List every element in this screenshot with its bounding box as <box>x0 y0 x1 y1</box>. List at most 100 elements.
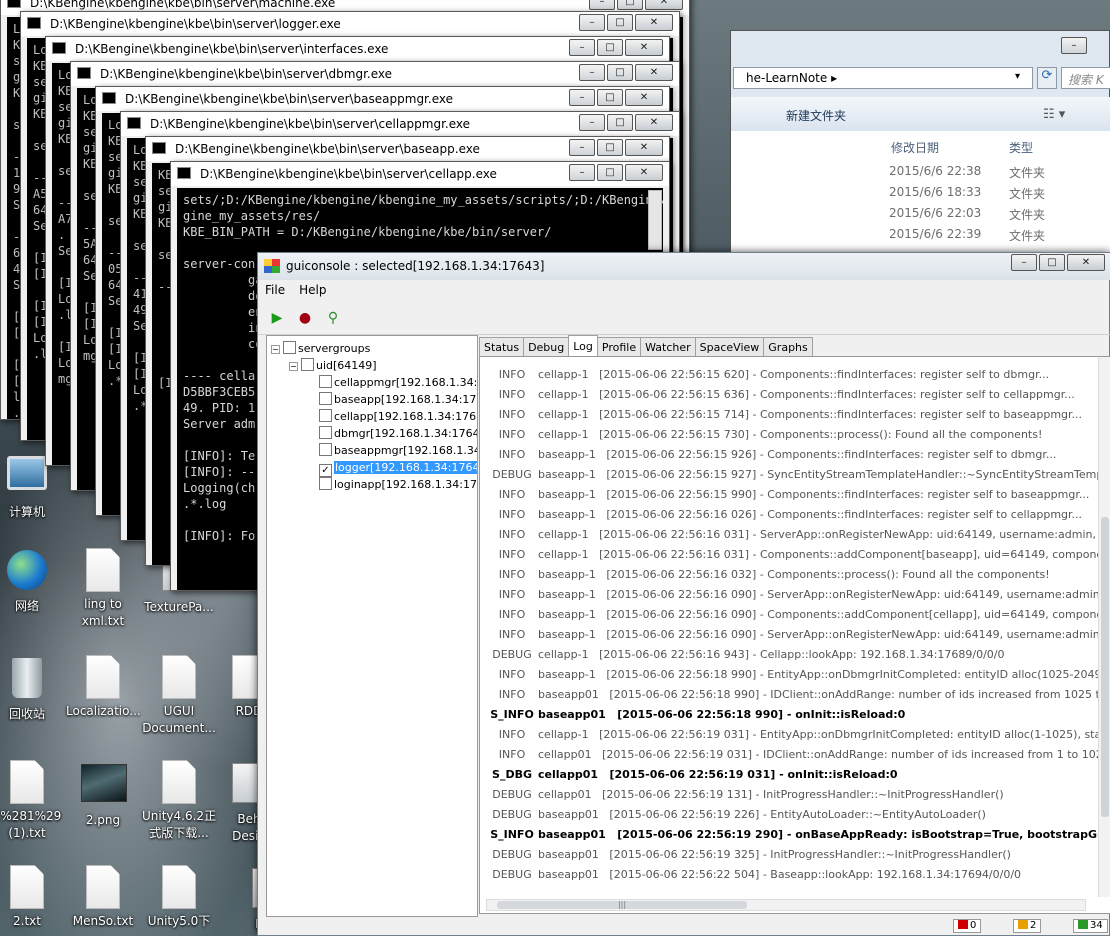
tree-item-checkbox[interactable] <box>319 392 332 405</box>
view-options-icon[interactable]: ☷ ▾ <box>1043 107 1065 122</box>
log-row[interactable]: DEBUG baseapp01 [2015-06-06 22:56:19 226]… <box>486 805 1098 825</box>
menu-file[interactable]: File <box>258 280 292 301</box>
desktop-icon[interactable]: Unity4.6.2正 式版下载... <box>142 760 216 842</box>
tree-item[interactable]: baseappmgr[192.168.1.34:1 <box>319 442 477 459</box>
minimize-button[interactable]: – <box>579 14 605 31</box>
log-row[interactable]: INFO baseapp-1 [2015-06-06 22:56:15 926] … <box>486 445 1098 465</box>
tree-item-checkbox[interactable] <box>319 443 332 456</box>
log-row[interactable]: INFO cellapp-1 [2015-06-06 22:56:15 714] … <box>486 405 1098 425</box>
maximize-button[interactable]: □ <box>617 0 643 10</box>
desktop-icon[interactable]: 2.txt <box>0 865 64 930</box>
close-button[interactable]: ✕ <box>625 39 663 56</box>
log-row[interactable]: DEBUG cellapp-1 [2015-06-06 22:56:16 943]… <box>486 645 1098 665</box>
explorer-address-bar[interactable]: he-LearnNote ▸ <box>733 67 1033 89</box>
log-row[interactable]: DEBUG baseapp01 [2015-06-06 22:56:22 504]… <box>486 865 1098 885</box>
log-row[interactable]: DEBUG baseapp-1 [2015-06-06 22:56:15 927]… <box>486 465 1098 485</box>
desktop-icon[interactable]: 1%281%29 (1).txt <box>0 760 64 842</box>
log-row[interactable]: INFO baseapp-1 [2015-06-06 22:56:16 090] … <box>486 605 1098 625</box>
log-row[interactable]: DEBUG baseapp01 [2015-06-06 22:56:19 325]… <box>486 845 1098 865</box>
close-button[interactable]: ✕ <box>645 0 683 10</box>
play-icon[interactable]: ▶ <box>266 307 288 329</box>
minimize-button[interactable]: – <box>569 89 595 106</box>
minimize-button[interactable]: – <box>579 114 605 131</box>
desktop-icon[interactable]: ling to xml.txt <box>66 548 140 630</box>
collapse-icon[interactable]: − <box>289 362 298 371</box>
guiconsole-window[interactable]: guiconsole : selected[192.168.1.34:17643… <box>257 252 1110 936</box>
explorer-minimize-button[interactable]: – <box>1061 37 1087 54</box>
desktop-icon[interactable]: Localizatio... <box>66 655 141 720</box>
tree-item-checkbox[interactable] <box>319 409 332 422</box>
log-row[interactable]: S_INFO baseapp01 [2015-06-06 22:56:19 290… <box>486 825 1098 845</box>
info-count-badge[interactable]: 34 <box>1073 919 1108 933</box>
log-row[interactable]: INFO cellapp-1 [2015-06-06 22:56:16 031] … <box>486 525 1098 545</box>
file-row[interactable]: 2015/6/6 22:03 文件夹 <box>731 203 1110 224</box>
explorer-search-input[interactable]: 搜索 K <box>1061 67 1110 89</box>
minimize-button[interactable]: – <box>579 64 605 81</box>
log-row[interactable]: INFO cellapp-1 [2015-06-06 22:56:15 620] … <box>486 365 1098 385</box>
tree-item[interactable]: cellappmgr[192.168.1.34:17 <box>319 374 477 391</box>
minimize-button[interactable]: – <box>569 139 595 156</box>
collapse-icon[interactable]: − <box>271 345 280 354</box>
log-row[interactable]: INFO cellapp01 [2015-06-06 22:56:19 031] … <box>486 745 1098 765</box>
log-row[interactable]: INFO cellapp-1 [2015-06-06 22:56:15 730] … <box>486 425 1098 445</box>
scroll-thumb[interactable] <box>1101 517 1109 817</box>
log-row[interactable]: S_INFO baseapp01 [2015-06-06 22:56:18 990… <box>486 705 1098 725</box>
minimize-button[interactable]: – <box>589 0 615 10</box>
minimize-button[interactable]: – <box>1011 254 1037 271</box>
log-row[interactable]: S_DBG cellapp01 [2015-06-06 22:56:19 031]… <box>486 765 1098 785</box>
desktop-icon[interactable]: 2.png <box>66 760 140 829</box>
tab-spaceview[interactable]: SpaceView <box>694 337 765 356</box>
log-row[interactable]: INFO baseapp01 [2015-06-06 22:56:18 990] … <box>486 685 1098 705</box>
tree-item-checkbox[interactable] <box>319 375 332 388</box>
maximize-button[interactable]: □ <box>607 114 633 131</box>
horizontal-scrollbar[interactable]: ||| <box>486 899 1086 911</box>
column-header-date[interactable]: 修改日期 <box>891 139 939 156</box>
maximize-button[interactable]: □ <box>597 89 623 106</box>
desktop-icon[interactable]: UGUI Document... <box>142 655 216 737</box>
log-row[interactable]: INFO cellapp-1 [2015-06-06 22:56:19 031] … <box>486 725 1098 745</box>
file-row[interactable]: 2015/6/6 18:33 文件夹 <box>731 182 1110 203</box>
log-row[interactable]: INFO baseapp-1 [2015-06-06 22:56:16 032] … <box>486 565 1098 585</box>
close-button[interactable]: ✕ <box>625 139 663 156</box>
error-count-badge[interactable]: 0 <box>953 919 982 933</box>
tab-log[interactable]: Log <box>568 335 598 356</box>
tab-profile[interactable]: Profile <box>596 337 642 356</box>
close-button[interactable]: ✕ <box>1067 254 1105 271</box>
scroll-thumb[interactable]: ||| <box>497 901 747 909</box>
log-row[interactable]: INFO baseapp-1 [2015-06-06 22:56:15 990] … <box>486 485 1098 505</box>
tab-status[interactable]: Status <box>479 337 525 356</box>
log-row[interactable]: INFO cellapp-1 [2015-06-06 22:56:16 031] … <box>486 545 1098 565</box>
minimize-button[interactable]: – <box>569 164 595 181</box>
desktop-icon[interactable]: 网络 <box>0 548 64 615</box>
close-button[interactable]: ✕ <box>625 89 663 106</box>
tree-item-checkbox[interactable] <box>319 426 332 439</box>
tab-watcher[interactable]: Watcher <box>640 337 696 356</box>
tab-graphs[interactable]: Graphs <box>763 337 813 356</box>
menu-help[interactable]: Help <box>292 280 333 301</box>
log-row[interactable]: INFO baseapp-1 [2015-06-06 22:56:18 990] … <box>486 665 1098 685</box>
desktop-icon[interactable]: Unity5.0下 <box>142 865 216 930</box>
warning-count-badge[interactable]: 2 <box>1013 919 1042 933</box>
close-button[interactable]: ✕ <box>635 64 673 81</box>
column-header-type[interactable]: 类型 <box>1009 139 1033 156</box>
maximize-button[interactable]: □ <box>597 39 623 56</box>
log-row[interactable]: DEBUG cellapp01 [2015-06-06 22:56:19 131]… <box>486 785 1098 805</box>
log-row[interactable]: INFO cellapp-1 [2015-06-06 22:56:15 636] … <box>486 385 1098 405</box>
refresh-icon[interactable]: ⟳ <box>1037 67 1057 89</box>
file-explorer-window[interactable]: – he-LearnNote ▸ ▾ ⟳ 搜索 K 新建文件夹 ☷ ▾ 修改日期… <box>730 30 1110 261</box>
address-dropdown-icon[interactable]: ▾ <box>1015 71 1020 82</box>
close-button[interactable]: ✕ <box>625 164 663 181</box>
tree-item[interactable]: dbmgr[192.168.1.34:17646] <box>319 425 477 442</box>
server-tree[interactable]: − servergroups − uid[64149] cellappmgr[192… <box>266 335 478 917</box>
minimize-button[interactable]: – <box>569 39 595 56</box>
tree-item[interactable]: ✓ logger[192.168.1.34:17643] <box>319 459 477 477</box>
desktop-icon[interactable]: 回收站 <box>0 655 64 723</box>
tab-debug[interactable]: Debug <box>523 337 570 356</box>
close-button[interactable]: ✕ <box>635 14 673 31</box>
tree-node-uid[interactable]: − uid[64149] <box>289 357 377 374</box>
search-icon[interactable]: ⚲ <box>322 307 344 329</box>
tree-checkbox[interactable] <box>283 341 296 354</box>
tree-item[interactable]: cellapp[192.168.1.34:17659] <box>319 408 477 425</box>
desktop-icon[interactable]: MenSo.txt <box>66 865 140 930</box>
maximize-button[interactable]: □ <box>607 14 633 31</box>
